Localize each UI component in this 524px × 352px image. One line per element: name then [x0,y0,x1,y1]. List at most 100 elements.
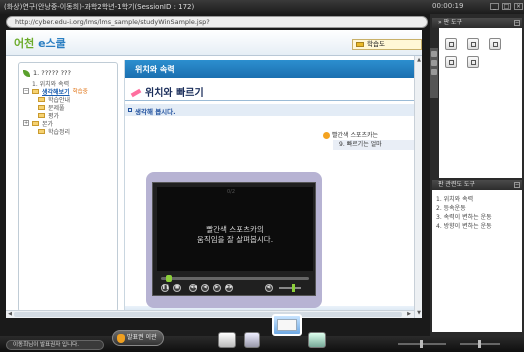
video-seek-bar[interactable] [161,275,309,282]
tools-panel [439,28,522,178]
sidebar-tab-3[interactable] [431,69,437,75]
content-header-title: 위치와 속력 [135,65,175,74]
window-title: (화상)연구(안낭중-이동희)-과학2학년-1학기(SessionID : 17… [4,3,195,11]
related-item[interactable]: 3. 속력이 변하는 운동 [436,212,518,221]
window-icon [277,319,297,331]
scroll-left-arrow[interactable]: ◀ [7,311,13,318]
tree-item[interactable]: 문제풀 [23,103,113,112]
bottom-slider-2-knob[interactable] [478,340,481,348]
horizontal-scroll-thumb[interactable] [14,312,402,317]
question-note-text: 빨간색 스포츠카는 [332,132,379,139]
tree-item[interactable]: 학습안내 [23,95,113,104]
transfer-presenter-button[interactable]: 발표권 이관 [112,330,164,346]
address-url: http://cyber.edu-i.org/lms/lms_sample/st… [15,18,210,26]
tree-root[interactable]: 1. ????? ??? [23,69,113,77]
horizontal-scrollbar[interactable]: ◀ ▶ [6,310,414,318]
folder-icon [38,128,45,134]
window-titlebar: (화상)연구(안낭중-이동희)-과학2학년-1학기(SessionID : 17… [0,0,524,14]
section-title: 생각해 봅시다. [135,108,176,116]
tree-item[interactable]: 평가 [23,111,113,120]
hand-icon [117,334,125,343]
vertical-scrollbar[interactable]: ▲ ▼ [414,56,422,318]
rewind-button[interactable]: ◀ [201,284,209,292]
related-item[interactable]: 4. 방향이 변하는 운동 [436,221,518,230]
tree-toggle-icon[interactable]: + [23,120,29,126]
tree-item[interactable]: 학습정리 [23,127,113,136]
tools-panel-title: 판 도구 [443,19,463,26]
session-timer: 00:00:19 [432,2,464,10]
tree-toggle-icon[interactable]: − [23,88,29,94]
logo-prefix: 어천 [14,37,35,50]
folder-icon [356,42,364,47]
tool-3-icon [493,42,498,47]
video-caption: 빨간색 스포츠카의 움직임을 잘 살펴봅시다. [157,225,313,245]
related-item[interactable]: 2. 등속운동 [436,203,518,212]
leaf-icon [23,69,30,77]
presenter-status: 이동희님이 발표권자 입니다. [6,340,104,350]
folder-icon [32,88,39,94]
tools-panel-toggle[interactable]: − [514,20,520,26]
tree-item-label: 학습정리 [48,128,71,136]
pencil-icon [130,88,142,98]
sidebar-tab-1[interactable] [431,51,437,57]
question-note: 빨간색 스포츠카는 [323,130,421,139]
stop-button[interactable]: ■ [173,284,181,292]
sidebar-tab-2[interactable] [431,60,437,66]
logo-main: e스쿨 [38,37,66,50]
folder-icon [32,120,39,126]
study-plan-button[interactable]: 학습도 [352,39,422,50]
dock-share-icon[interactable] [308,332,326,348]
volume-slider[interactable] [279,287,301,289]
content-header: 위치와 속력 [125,60,421,78]
next-button[interactable]: ▶▶ [225,284,233,292]
title-divider [125,100,421,101]
pause-button[interactable]: ❚❚ [161,284,170,292]
lesson-tree: 1. ????? ??? 1. 위치와 속력 − 생각해보기 학습중 학습안내 문제풀 평가… [18,62,118,312]
tree-root-label: 1. ????? ??? [33,69,71,77]
tools-panel-header: » 판 도구 − [432,18,522,28]
minimize-button[interactable]: _ [490,3,499,10]
square-bullet-icon [128,108,132,112]
dock-pen-icon[interactable] [244,332,260,348]
section-bar: 생각해 봅시다. [125,104,421,116]
collapse-icon[interactable]: » [438,19,442,26]
video-caption-line2: 움직임을 잘 살펴봅시다. [196,235,274,244]
tool-1-icon [449,42,454,47]
folder-icon [38,96,45,102]
bottom-slider-1-knob[interactable] [420,340,423,348]
folder-icon [38,104,45,110]
address-bar[interactable]: http://cyber.edu-i.org/lms/lms_sample/st… [6,16,428,28]
transfer-presenter-label: 발표권 이관 [127,334,157,341]
folder-icon [38,112,45,118]
scroll-right-arrow[interactable]: ▶ [406,311,412,318]
pin-icon [323,132,330,139]
seek-knob[interactable] [165,275,172,282]
forward-button[interactable]: ▶ [213,284,221,292]
lms-main-area: 어천 e스쿨 학습도 1. ????? ??? 1. 위치와 속력 − 생각해보기 학… [6,30,422,318]
prev-button[interactable]: ◀◀ [189,284,197,292]
tool-button-4[interactable] [445,56,457,68]
related-item[interactable]: 1. 위치와 속력 [436,194,518,203]
question-sub: 9. 빠르기는 얼마 [333,140,421,150]
tool-button-3[interactable] [489,38,501,50]
lesson-title: 위치와 빠르기 [130,84,204,99]
lesson-title-text: 위치와 빠르기 [145,88,204,99]
maximize-button[interactable]: □ [502,3,511,10]
scroll-up-arrow[interactable]: ▲ [416,57,422,63]
tool-button-5[interactable] [467,56,479,68]
tree-item-status: 학습중 [72,89,88,95]
dock-window-icon[interactable] [272,314,302,336]
dock-whiteboard-icon[interactable] [218,332,236,348]
tool-button-1[interactable] [445,38,457,50]
related-panel-toggle[interactable]: − [514,182,520,188]
app-logo: 어천 e스쿨 [14,35,66,51]
close-button[interactable]: × [514,3,523,10]
video-caption-line1: 빨간색 스포츠카의 [206,225,264,234]
video-header-text: 0/2 [227,189,236,195]
mute-button[interactable]: ◀) [265,284,273,292]
tool-2-icon [471,42,476,47]
scroll-down-arrow[interactable]: ▼ [416,310,422,316]
tool-button-2[interactable] [467,38,479,50]
volume-knob[interactable] [292,284,296,292]
video-screen[interactable]: 0/2 빨간색 스포츠카의 움직임을 잘 살펴봅시다. [157,187,313,271]
